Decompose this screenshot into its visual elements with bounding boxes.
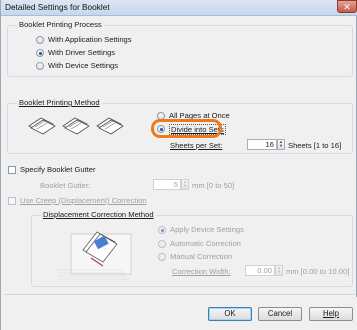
sheets-per-set-stepper[interactable]: ▲ ▼ xyxy=(277,139,285,150)
specify-gutter-checkbox[interactable] xyxy=(8,166,16,174)
cancel-button[interactable]: Cancel xyxy=(258,307,302,321)
help-button[interactable]: Help xyxy=(309,307,353,321)
displacement-method-label: Displacement Correction Method xyxy=(41,210,156,219)
sheets-per-set-input[interactable]: 16 xyxy=(247,139,277,150)
sheets-per-set-label: Sheets per Set: xyxy=(170,141,223,150)
booklet-gutter-input[interactable]: 5 xyxy=(153,179,181,190)
automatic-correction-label: Automatic Correction xyxy=(170,239,241,248)
radio-automatic-correction[interactable] xyxy=(158,240,166,248)
divide-into-sets-highlight xyxy=(151,119,222,138)
booklet-process-label: Booklet Printing Process xyxy=(17,20,104,29)
apply-device-settings-label: Apply Device Settings xyxy=(170,225,244,234)
creep-correction-checkbox[interactable] xyxy=(8,197,16,205)
title-bar: Detailed Settings for Booklet ✕ xyxy=(1,0,357,16)
specify-gutter-label: Specify Booklet Gutter xyxy=(20,165,96,174)
correction-width-input[interactable]: 0.00 xyxy=(245,265,275,276)
radio-apply-device-settings[interactable] xyxy=(158,226,166,234)
footer-bar: OK Cancel Help xyxy=(2,297,357,330)
correction-width-range: mm [0.00 to 10.00] xyxy=(286,267,350,276)
with-driver-settings-label: With Driver Settings xyxy=(48,48,116,57)
manual-correction-label: Manual Correction xyxy=(170,252,233,261)
booklet-stack-illustration xyxy=(57,231,132,280)
help-button-label: Help xyxy=(322,309,340,318)
footer-divider xyxy=(4,294,355,295)
booklet-gutter-label: Booklet Gutter: xyxy=(40,181,91,190)
radio-with-application-settings[interactable] xyxy=(36,36,44,44)
creep-correction-label: Use Creep (Displacement) Correction xyxy=(20,196,147,205)
close-icon: ✕ xyxy=(343,2,351,12)
booklet-gutter-range: mm [0 to 50] xyxy=(192,181,235,190)
sheets-per-set-range: Sheets [1 to 16] xyxy=(288,141,342,150)
with-application-settings-label: With Application Settings xyxy=(48,35,132,44)
window-title: Detailed Settings for Booklet xyxy=(5,2,110,12)
with-device-settings-label: With Device Settings xyxy=(48,61,119,70)
booklet-settings-dialog: Detailed Settings for Booklet ✕ Booklet … xyxy=(0,0,357,330)
radio-manual-correction[interactable] xyxy=(158,253,166,261)
radio-with-device-settings[interactable] xyxy=(36,62,44,70)
close-button[interactable]: ✕ xyxy=(337,0,357,13)
booklet-pages-illustration xyxy=(28,117,124,135)
booklet-method-label: Booklet Printing Method xyxy=(17,98,102,107)
radio-with-driver-settings[interactable] xyxy=(36,49,44,57)
correction-width-label: Correction Width: xyxy=(172,267,231,276)
correction-width-stepper[interactable]: ▲ ▼ xyxy=(275,265,283,276)
ok-button[interactable]: OK xyxy=(208,307,252,321)
booklet-gutter-stepper[interactable]: ▲ ▼ xyxy=(181,179,189,190)
